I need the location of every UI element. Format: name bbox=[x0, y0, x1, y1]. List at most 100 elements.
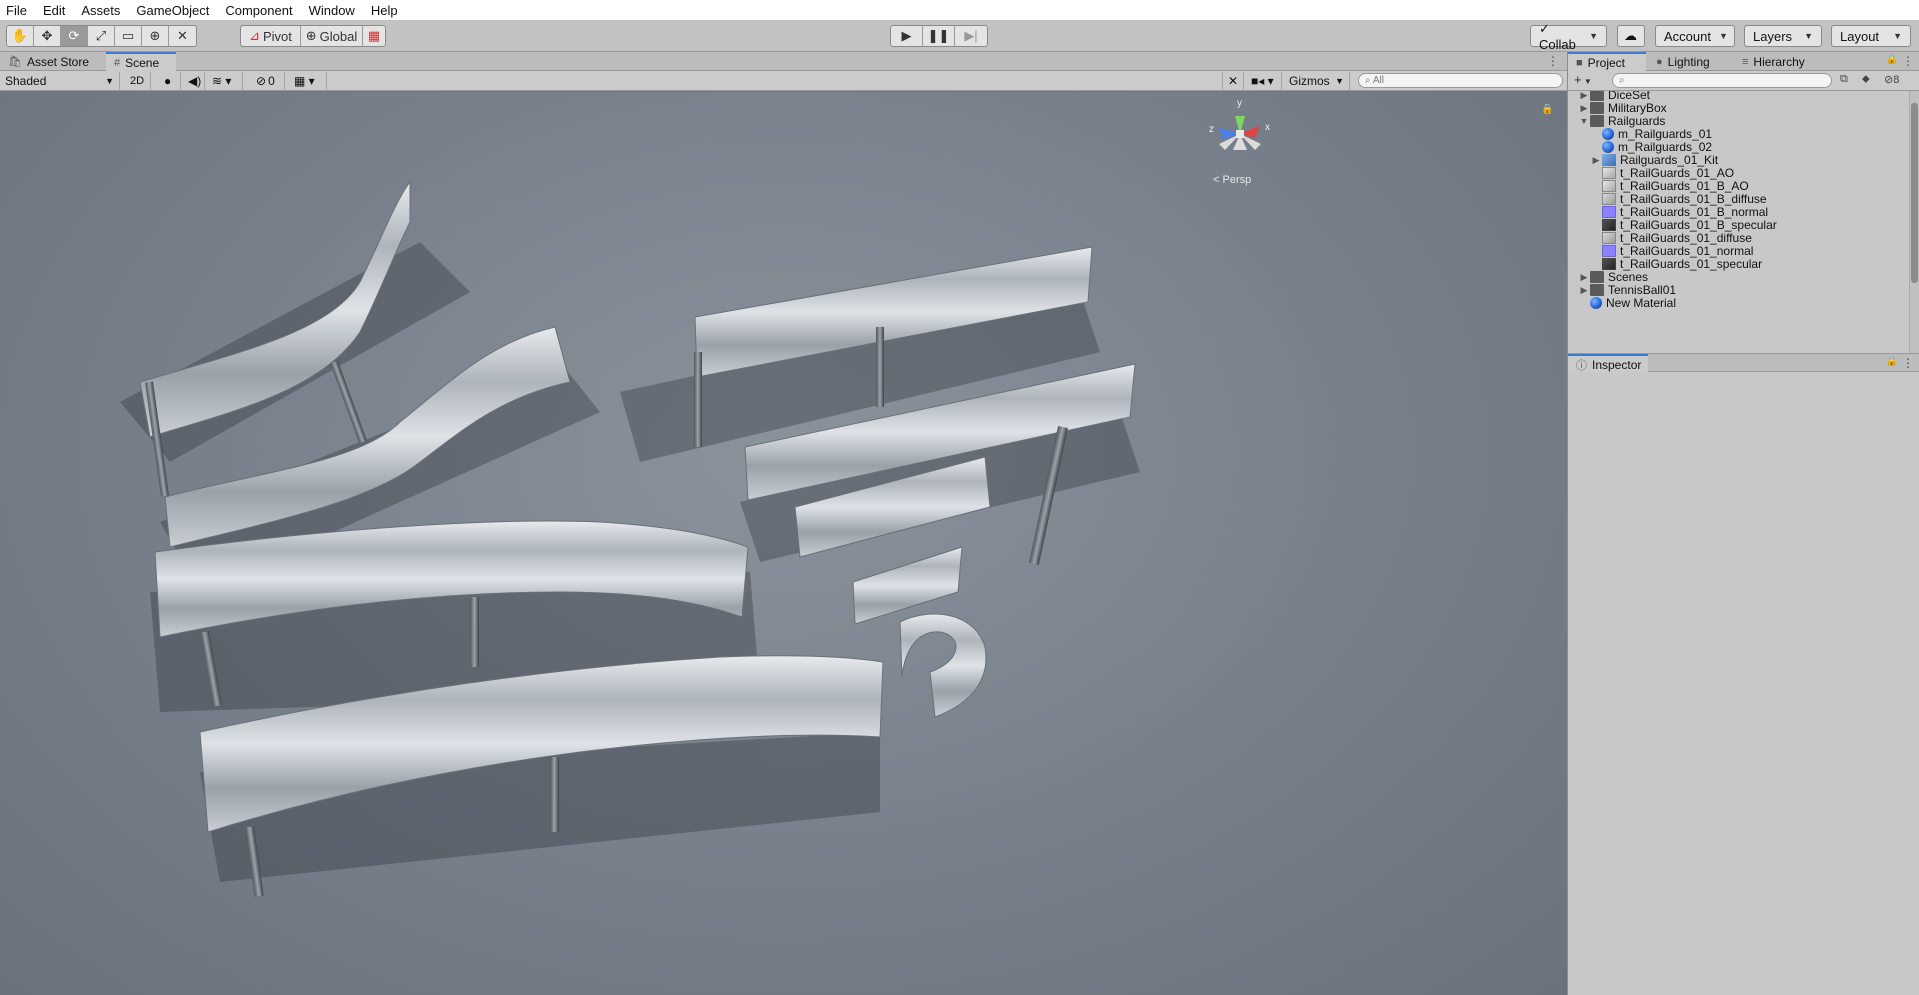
tab-lighting[interactable]: ● Lighting bbox=[1648, 52, 1732, 71]
mode-2d-toggle[interactable]: 2D bbox=[125, 72, 151, 90]
grid-dropdown[interactable]: ▦ ▾ bbox=[289, 72, 327, 90]
scrollbar-thumb[interactable] bbox=[1911, 103, 1918, 283]
rect-tool-button[interactable]: ▭ bbox=[115, 26, 142, 46]
scene-tab-bar: 🛍 Asset Store # Scene ⋮ bbox=[0, 52, 1567, 71]
menu-item-edit[interactable]: Edit bbox=[43, 3, 65, 18]
transform-tool-button[interactable]: ⊕ bbox=[142, 26, 169, 46]
menu-item-component[interactable]: Component bbox=[225, 3, 292, 18]
collapsed-arrow-icon[interactable]: ▶ bbox=[1578, 272, 1590, 283]
railguard-cap-piece[interactable] bbox=[899, 613, 987, 718]
draw-mode-dropdown[interactable]: Shaded ▼ bbox=[0, 72, 120, 90]
search-by-label-icon[interactable]: ⬥ bbox=[1862, 73, 1870, 86]
project-search-input[interactable]: ⌕ bbox=[1612, 73, 1832, 88]
axis-label-y: y bbox=[1237, 98, 1242, 109]
camera-icon: ■◂ ▾ bbox=[1251, 74, 1274, 88]
account-dropdown[interactable]: Account ▼ bbox=[1655, 25, 1735, 47]
tree-item[interactable]: New Material bbox=[1578, 295, 1676, 311]
cloud-button[interactable]: ☁ bbox=[1617, 25, 1645, 47]
search-icon: ⌕ bbox=[1365, 75, 1373, 86]
layers-label: Layers bbox=[1753, 28, 1793, 44]
project-scrollbar[interactable] bbox=[1909, 91, 1919, 353]
lock-icon[interactable]: 🔒 bbox=[1886, 356, 1898, 367]
tab-scene[interactable]: # Scene bbox=[106, 52, 176, 71]
tab-inspector[interactable]: ⓘ Inspector bbox=[1568, 354, 1648, 373]
info-icon: ⓘ bbox=[1576, 359, 1587, 372]
menu-item-help[interactable]: Help bbox=[371, 3, 398, 18]
light-bulb-icon: ● bbox=[164, 74, 172, 88]
hand-tool-icon: ✋ bbox=[11, 28, 29, 43]
tab-project[interactable]: ■ Project bbox=[1568, 52, 1646, 71]
tab-asset-store[interactable]: 🛍 Asset Store bbox=[0, 52, 104, 71]
menu-item-assets[interactable]: Assets bbox=[81, 3, 120, 18]
tab-label: Scene bbox=[125, 55, 160, 70]
play-button[interactable]: ▶ bbox=[891, 26, 923, 46]
gizmos-dropdown[interactable]: Gizmos ▼ bbox=[1284, 72, 1350, 90]
tab-label: Hierarchy bbox=[1753, 54, 1805, 69]
layout-label: Layout bbox=[1840, 28, 1880, 44]
axis-gizmo-icon bbox=[1219, 116, 1261, 150]
search-placeholder: All bbox=[1372, 75, 1384, 86]
tools-icon: ✕ bbox=[1228, 74, 1239, 88]
menu-item-file[interactable]: File bbox=[6, 3, 27, 18]
plus-icon: + bbox=[1574, 72, 1582, 87]
pause-button[interactable]: ❚❚ bbox=[923, 26, 955, 46]
chevron-down-icon: ▼ bbox=[1893, 31, 1902, 41]
persp-label[interactable]: < Persp bbox=[1213, 174, 1251, 186]
cloud-icon: ☁ bbox=[1624, 28, 1637, 43]
expanded-arrow-icon[interactable]: ▼ bbox=[1578, 116, 1590, 126]
audio-toggle[interactable]: ◀) bbox=[183, 72, 205, 90]
custom-tool-icon: ✕ bbox=[177, 28, 188, 43]
scale-tool-icon: ⤢ bbox=[95, 28, 107, 43]
camera-dropdown[interactable]: ■◂ ▾ bbox=[1246, 72, 1282, 90]
lighting-toggle[interactable]: ● bbox=[159, 72, 181, 90]
tree-item-label: New Material bbox=[1606, 296, 1677, 310]
move-tool-button[interactable]: ✥ bbox=[34, 26, 61, 46]
effects-dropdown[interactable]: ≋ ▾ bbox=[207, 72, 243, 90]
panel-menu-icon[interactable]: ⋮ bbox=[1902, 356, 1914, 370]
tools-settings-button[interactable]: ✕ bbox=[1222, 72, 1244, 90]
step-icon: ▶| bbox=[964, 28, 978, 43]
main-toolbar: ✋ ✥ ⟳ ⤢ ▭ ⊕ ✕ ⊿ Pivot ⊕ Global ▦ ▶ ❚❚ ▶| ✓ Col… bbox=[0, 20, 1919, 52]
custom-tool-button[interactable]: ✕ bbox=[169, 26, 196, 46]
search-icon: ⌕ bbox=[1619, 75, 1625, 86]
tab-label: Lighting bbox=[1667, 54, 1710, 69]
layers-dropdown[interactable]: Layers ▼ bbox=[1744, 25, 1822, 47]
scene-viewport[interactable]: y z x < Persp 🔒 bbox=[0, 92, 1567, 995]
scene-search-input[interactable]: ⌕ All bbox=[1358, 73, 1563, 88]
collapsed-arrow-icon[interactable]: ▶ bbox=[1590, 155, 1602, 166]
lock-icon[interactable]: 🔒 bbox=[1886, 54, 1898, 65]
rotate-tool-button[interactable]: ⟳ bbox=[61, 26, 88, 46]
layout-dropdown[interactable]: Layout ▼ bbox=[1831, 25, 1911, 47]
panel-menu-icon[interactable]: ⋮ bbox=[1547, 54, 1559, 68]
hidden-objects-toggle[interactable]: ⊘ 0 bbox=[251, 72, 285, 90]
hidden-packages-toggle[interactable]: ⊘8 bbox=[1884, 73, 1899, 86]
collab-dropdown[interactable]: ✓ Collab ▼ bbox=[1530, 21, 1607, 52]
orientation-gizmo[interactable]: y z x < Persp bbox=[1205, 98, 1275, 186]
tab-hierarchy[interactable]: ≡ Hierarchy bbox=[1734, 52, 1824, 71]
global-toggle[interactable]: ⊕ Global bbox=[301, 26, 363, 46]
collab-check-icon: ✓ bbox=[1539, 20, 1550, 36]
snap-button[interactable]: ▦ bbox=[363, 26, 385, 46]
scene-toolbar: Shaded ▼ 2D ● ◀) ≋ ▾ ⊘ 0 ▦ ▾ ✕ ■◂ ▾ Gizm… bbox=[0, 71, 1567, 91]
create-dropdown[interactable]: + ▼ bbox=[1574, 72, 1592, 87]
scale-tool-button[interactable]: ⤢ bbox=[88, 26, 115, 46]
account-label: Account bbox=[1664, 28, 1711, 44]
panel-menu-icon[interactable]: ⋮ bbox=[1902, 54, 1914, 68]
step-button[interactable]: ▶| bbox=[955, 26, 987, 46]
hand-tool-button[interactable]: ✋ bbox=[7, 26, 34, 46]
collapsed-arrow-icon[interactable]: ▶ bbox=[1578, 285, 1590, 296]
effects-icon: ≋ ▾ bbox=[212, 74, 232, 88]
railguard-short-piece[interactable] bbox=[852, 546, 963, 625]
pause-icon: ❚❚ bbox=[927, 28, 950, 43]
menu-bar: File Edit Assets GameObject Component Window H… bbox=[0, 0, 1919, 20]
menu-item-window[interactable]: Window bbox=[309, 3, 355, 18]
chevron-down-icon: ▼ bbox=[1804, 31, 1813, 41]
menu-item-gameobject[interactable]: GameObject bbox=[136, 3, 209, 18]
scene-grid-icon: # bbox=[114, 56, 121, 69]
persp-text: Persp bbox=[1222, 174, 1252, 186]
search-by-type-icon[interactable]: ⧉ bbox=[1840, 73, 1848, 86]
pivot-toggle[interactable]: ⊿ Pivot bbox=[241, 26, 301, 46]
eye-hidden-icon: ⊘ bbox=[1884, 74, 1894, 86]
collapsed-arrow-icon[interactable]: ▶ bbox=[1578, 103, 1590, 114]
lock-icon[interactable]: 🔒 bbox=[1541, 104, 1553, 115]
